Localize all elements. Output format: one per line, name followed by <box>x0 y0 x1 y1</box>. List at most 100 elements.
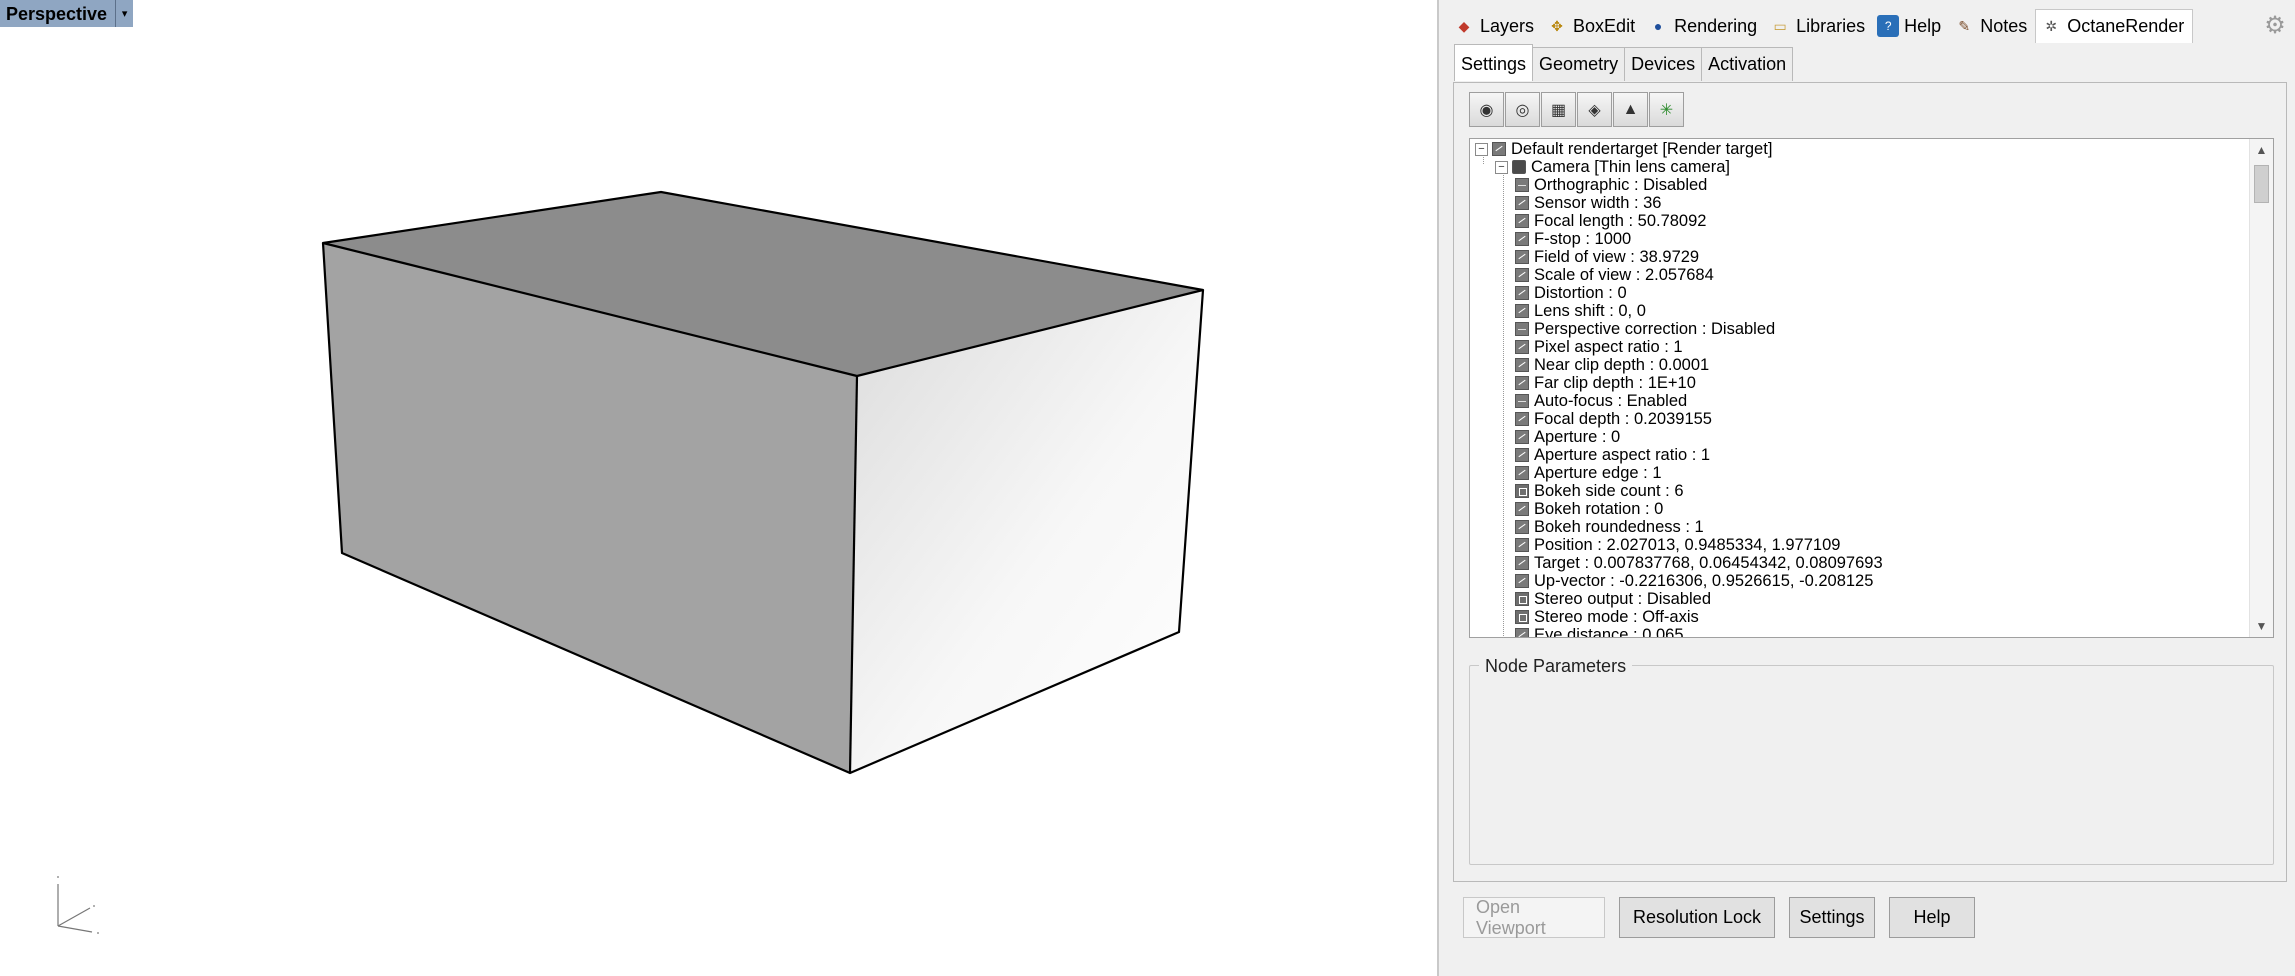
tree-param-label: Scale of view : 2.057684 <box>1534 266 1714 284</box>
tree-param-row[interactable]: Position : 2.027013, 0.9485334, 1.977109 <box>1515 536 1840 554</box>
tree-param-row[interactable]: Scale of view : 2.057684 <box>1515 266 1714 284</box>
notes-icon: ✎ <box>1958 17 1971 34</box>
tree-param-row[interactable]: Focal length : 50.78092 <box>1515 212 1706 230</box>
tree-param-row[interactable]: Aperture : 0 <box>1515 428 1620 446</box>
tree-param-row[interactable]: Near clip depth : 0.0001 <box>1515 356 1709 374</box>
tab-rendering[interactable]: ● Rendering <box>1643 9 1765 43</box>
tree-param-label: Bokeh roundedness : 1 <box>1534 518 1704 536</box>
tree-param-row[interactable]: Focal depth : 0.2039155 <box>1515 410 1712 428</box>
tab-libraries[interactable]: ▭ Libraries <box>1765 9 1873 43</box>
node-tree[interactable]: − Default rendertarget [Render target] −… <box>1469 138 2274 638</box>
scroll-down-icon[interactable]: ▼ <box>2250 615 2273 637</box>
tree-param-label: Pixel aspect ratio : 1 <box>1534 338 1683 356</box>
enum-param-icon <box>1515 610 1529 624</box>
tree-param-row[interactable]: Bokeh roundedness : 1 <box>1515 518 1704 536</box>
resolution-lock-button[interactable]: Resolution Lock <box>1619 897 1775 938</box>
tab-geometry[interactable]: Geometry <box>1532 47 1626 81</box>
box-geometry[interactable] <box>0 0 1437 976</box>
tab-label: OctaneRender <box>2067 16 2185 36</box>
tree-param-row[interactable]: Pixel aspect ratio : 1 <box>1515 338 1683 356</box>
tree-camera-label: Camera [Thin lens camera] <box>1531 158 1730 176</box>
tree-param-label: Focal depth : 0.2039155 <box>1534 410 1712 428</box>
float-param-icon <box>1515 214 1529 228</box>
float-param-icon <box>1515 520 1529 534</box>
node-parameters-group <box>1469 665 2274 865</box>
enum-param-icon <box>1515 484 1529 498</box>
help-button[interactable]: Help <box>1889 897 1975 938</box>
collapse-icon[interactable]: − <box>1495 160 1508 174</box>
tree-param-row[interactable]: Stereo mode : Off-axis <box>1515 608 1699 626</box>
camera-icon[interactable]: ◉ <box>1469 92 1504 127</box>
tree-param-row[interactable]: Lens shift : 0, 0 <box>1515 302 1646 320</box>
tab-activation[interactable]: Activation <box>1701 47 1794 81</box>
scroll-thumb[interactable] <box>2254 165 2269 203</box>
tab-settings[interactable]: Settings <box>1454 44 1534 81</box>
tab-label: Layers <box>1480 15 1535 36</box>
tree-param-label: Perspective correction : Disabled <box>1534 320 1776 338</box>
tree-param-label: Target : 0.007837768, 0.06454342, 0.0809… <box>1534 554 1883 572</box>
collapse-icon[interactable]: − <box>1475 142 1488 156</box>
tree-param-label: Aperture : 0 <box>1534 428 1621 446</box>
tree-param-row[interactable]: Sensor width : 36 <box>1515 194 1662 212</box>
tree-param-row[interactable]: Far clip depth : 1E+10 <box>1515 374 1696 392</box>
tree-param-label: Up-vector : -0.2216306, 0.9526615, -0.20… <box>1534 572 1874 590</box>
float-param-icon <box>1515 376 1529 390</box>
tree-param-label: Auto-focus : Enabled <box>1534 392 1688 410</box>
tree-param-row[interactable]: Bokeh rotation : 0 <box>1515 500 1663 518</box>
tree-param-label: Near clip depth : 0.0001 <box>1534 356 1710 374</box>
environment-icon[interactable]: ◎ <box>1505 92 1540 127</box>
boxedit-icon: ✥ <box>1551 17 1563 34</box>
tree-param-label: Position : 2.027013, 0.9485334, 1.977109 <box>1534 536 1841 554</box>
tree-camera-row[interactable]: − Camera [Thin lens camera] <box>1495 158 1730 176</box>
tree-param-row[interactable]: Orthographic : Disabled <box>1515 176 1707 194</box>
gear-icon[interactable]: ⚙ <box>2263 14 2287 38</box>
panel-tab-bar: ◆ Layers ✥ BoxEdit ● Rendering ▭ Librari… <box>1449 8 2194 44</box>
tree-param-label: Far clip depth : 1E+10 <box>1534 374 1696 392</box>
float-param-icon <box>1515 340 1529 354</box>
tree-param-row[interactable]: F-stop : 1000 <box>1515 230 1631 248</box>
float-param-icon <box>1515 502 1529 516</box>
tree-param-row[interactable]: Distortion : 0 <box>1515 284 1627 302</box>
tree-param-label: Focal length : 50.78092 <box>1534 212 1707 230</box>
tree-param-row[interactable]: Up-vector : -0.2216306, 0.9526615, -0.20… <box>1515 572 1873 590</box>
tree-param-row[interactable]: Eye distance : 0.065 <box>1515 626 1684 638</box>
tree-root-row[interactable]: − Default rendertarget [Render target] <box>1475 140 1772 158</box>
tab-label: Libraries <box>1796 15 1866 36</box>
layers-icon: ◆ <box>1458 17 1470 34</box>
tab-boxedit[interactable]: ✥ BoxEdit <box>1542 9 1643 43</box>
imager-icon[interactable]: ▦ <box>1541 92 1576 127</box>
tab-help[interactable]: ? Help <box>1873 9 1949 43</box>
image-icon[interactable]: ▲ <box>1613 92 1648 127</box>
tree-param-row[interactable]: Bokeh side count : 6 <box>1515 482 1684 500</box>
tab-octanerender[interactable]: ✲ OctaneRender <box>2035 9 2194 43</box>
node-toolbar: ◉ ◎ ▦ ◈ ▲ ✳ <box>1469 92 1684 127</box>
tree-param-row[interactable]: Field of view : 38.9729 <box>1515 248 1699 266</box>
tree-param-row[interactable]: Perspective correction : Disabled <box>1515 320 1775 338</box>
tree-param-label: Field of view : 38.9729 <box>1534 248 1700 266</box>
tree-param-label: Eye distance : 0.065 <box>1534 626 1684 638</box>
tree-param-row[interactable]: Target : 0.007837768, 0.06454342, 0.0809… <box>1515 554 1883 572</box>
target-icon[interactable]: ✳ <box>1649 92 1684 127</box>
tab-notes[interactable]: ✎ Notes <box>1949 9 2035 43</box>
tab-devices[interactable]: Devices <box>1624 47 1703 81</box>
tab-layers[interactable]: ◆ Layers <box>1449 9 1542 43</box>
float-param-icon <box>1515 232 1529 246</box>
bool-param-icon <box>1515 322 1529 336</box>
viewport[interactable]: Perspective ▾ <box>0 0 1437 976</box>
float-param-icon <box>1515 358 1529 372</box>
tree-param-label: Sensor width : 36 <box>1534 194 1662 212</box>
tree-param-label: Bokeh rotation : 0 <box>1534 500 1664 518</box>
kernel-icon[interactable]: ◈ <box>1577 92 1612 127</box>
open-viewport-button[interactable]: Open Viewport <box>1463 897 1605 938</box>
tree-param-row[interactable]: Stereo output : Disabled <box>1515 590 1711 608</box>
octane-icon: ✲ <box>2045 18 2058 34</box>
float-param-icon <box>1515 466 1529 480</box>
tree-param-row[interactable]: Aperture aspect ratio : 1 <box>1515 446 1710 464</box>
tree-param-row[interactable]: Aperture edge : 1 <box>1515 464 1662 482</box>
settings-button[interactable]: Settings <box>1789 897 1875 938</box>
node-parameters-label: Node Parameters <box>1479 656 1633 677</box>
rendering-icon: ● <box>1653 18 1663 34</box>
tree-param-row[interactable]: Auto-focus : Enabled <box>1515 392 1687 410</box>
tree-scrollbar[interactable]: ▲ ▼ <box>2249 139 2273 637</box>
scroll-up-icon[interactable]: ▲ <box>2250 139 2273 161</box>
